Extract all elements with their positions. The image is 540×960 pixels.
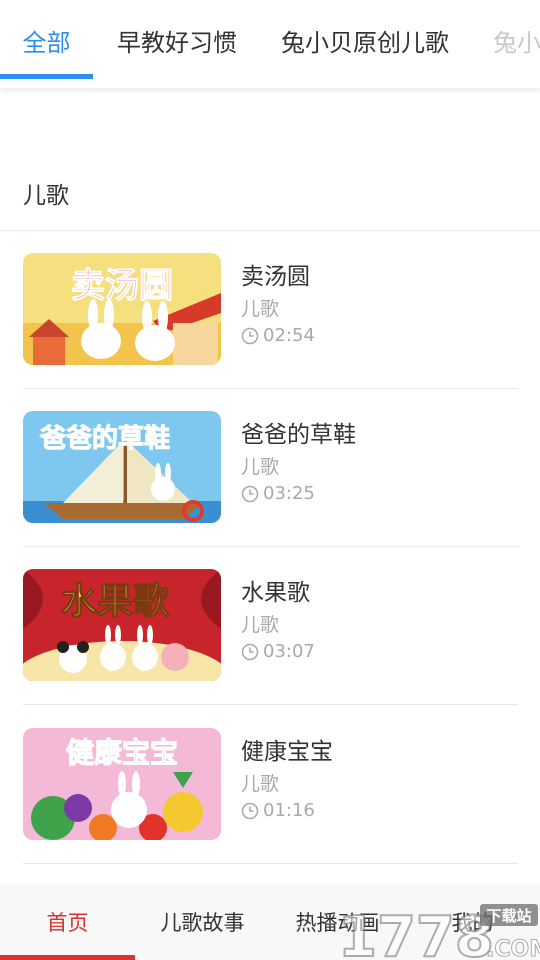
thumbnail-title-text: 爸爸的草鞋 xyxy=(39,423,170,454)
item-divider xyxy=(23,704,518,705)
song-category: 儿歌 xyxy=(241,298,280,320)
watermark-number: 1778 xyxy=(338,905,494,960)
tab-partial-overflow[interactable]: 兔小 xyxy=(493,0,540,80)
thumbnail-title-text: 卖汤圆 xyxy=(71,266,173,306)
song-duration: 01:16 xyxy=(241,800,315,821)
tab-early-education-habits[interactable]: 早教好习惯 xyxy=(117,0,237,80)
song-thumbnail[interactable]: 健康宝宝 xyxy=(23,728,221,840)
duration-text: 03:25 xyxy=(263,483,315,504)
song-list-item[interactable]: 卖汤圆 卖汤圆 儿歌 02:54 xyxy=(0,231,540,389)
clock-icon xyxy=(241,802,259,820)
song-list-item[interactable]: 爸爸的草鞋 爸爸的草鞋 儿歌 03:25 xyxy=(0,389,540,547)
clock-icon xyxy=(241,485,259,503)
thumbnail-title-text: 水果歌 xyxy=(61,581,170,622)
app-screen: 全部 早教好习惯 兔小贝原创儿歌 兔小 儿歌 卖汤圆 卖汤圆 儿歌 02:54 … xyxy=(0,0,540,960)
item-divider xyxy=(23,863,518,864)
song-title: 卖汤圆 xyxy=(241,264,310,290)
song-duration: 03:07 xyxy=(241,641,315,662)
duration-text: 02:54 xyxy=(263,325,315,346)
thumbnail-title-text: 健康宝宝 xyxy=(66,736,178,769)
duration-text: 01:16 xyxy=(263,800,315,821)
song-title: 爸爸的草鞋 xyxy=(241,422,356,448)
clock-icon xyxy=(241,327,259,345)
tab-tuxiaobei-original-songs[interactable]: 兔小贝原创儿歌 xyxy=(281,0,449,80)
song-category: 儿歌 xyxy=(241,614,280,636)
active-nav-indicator xyxy=(0,955,135,960)
song-thumbnail[interactable]: 爸爸的草鞋 xyxy=(23,411,221,523)
song-list-item[interactable]: 健康宝宝 健康宝宝 儿歌 01:16 xyxy=(0,706,540,864)
duration-text: 03:07 xyxy=(263,641,315,662)
category-tab-bar: 全部 早教好习惯 兔小贝原创儿歌 兔小 xyxy=(0,0,540,88)
song-duration: 03:25 xyxy=(241,483,315,504)
song-title: 健康宝宝 xyxy=(241,739,333,765)
song-thumbnail[interactable]: 卖汤圆 xyxy=(23,253,221,365)
song-category: 儿歌 xyxy=(241,773,280,795)
song-list-item[interactable]: 水果歌 水果歌 儿歌 03:07 xyxy=(0,547,540,705)
song-thumbnail[interactable]: 水果歌 xyxy=(23,569,221,681)
clock-icon xyxy=(241,643,259,661)
nav-songs-stories[interactable]: 儿歌故事 xyxy=(135,884,270,960)
watermark-suffix: .COM xyxy=(486,937,540,960)
watermark-badge: 下载站 xyxy=(486,907,531,925)
song-title: 水果歌 xyxy=(241,580,310,606)
song-category: 儿歌 xyxy=(241,456,280,478)
site-watermark: 1778 下载站 .COM xyxy=(336,898,540,960)
nav-home[interactable]: 首页 xyxy=(0,884,135,960)
tab-all[interactable]: 全部 xyxy=(0,0,93,80)
section-title: 儿歌 xyxy=(23,183,69,209)
song-duration: 02:54 xyxy=(241,325,315,346)
active-tab-indicator xyxy=(0,74,93,79)
